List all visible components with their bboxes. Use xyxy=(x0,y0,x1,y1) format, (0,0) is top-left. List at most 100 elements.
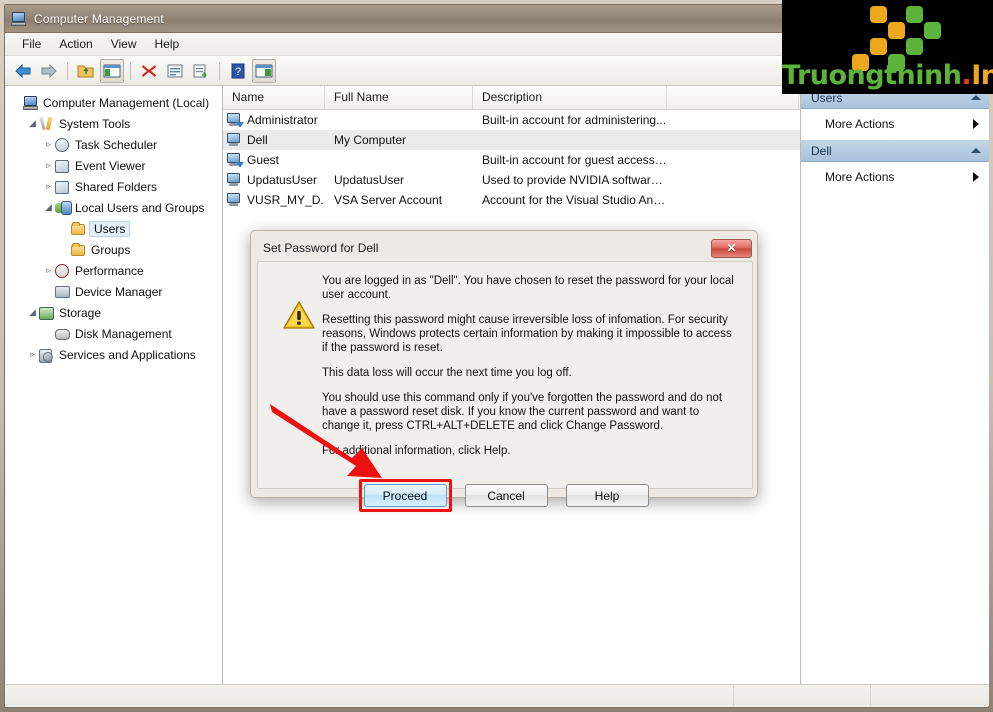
table-row[interactable]: Dell My Computer xyxy=(223,130,800,150)
expander-none xyxy=(42,327,55,340)
watermark-blocks xyxy=(844,6,941,71)
toolbar-separator xyxy=(219,61,220,80)
expander-collapsed-icon[interactable]: ▹ xyxy=(42,138,55,151)
menu-help[interactable]: Help xyxy=(146,35,189,53)
tree-item-device-manager[interactable]: Device Manager xyxy=(10,281,222,302)
device-manager-icon xyxy=(55,284,71,300)
tree-item-label: System Tools xyxy=(59,116,131,131)
tree-item-label: Users xyxy=(89,220,131,237)
show-hide-console-tree-icon[interactable] xyxy=(100,58,124,83)
expander-collapsed-icon[interactable]: ▹ xyxy=(26,348,39,361)
close-icon[interactable]: ✕ xyxy=(711,238,752,258)
column-header-description[interactable]: Description xyxy=(473,86,667,109)
dialog-title: Set Password for Dell xyxy=(263,241,379,255)
dialog-titlebar: Set Password for Dell ✕ xyxy=(256,236,752,260)
tree-item-computer-management-local[interactable]: Computer Management (Local) xyxy=(10,92,222,113)
expander-collapsed-icon[interactable]: ▹ xyxy=(42,180,55,193)
watermark-block xyxy=(870,6,887,23)
row-name-label: Administrator xyxy=(247,113,318,127)
menu-file[interactable]: File xyxy=(13,35,50,53)
help-button[interactable]: Help xyxy=(565,484,649,507)
proceed-button[interactable]: Proceed xyxy=(363,484,447,507)
column-header-full-name[interactable]: Full Name xyxy=(325,86,473,109)
computer-management-icon xyxy=(23,95,39,111)
tree-item-shared-folders[interactable]: ▹ Shared Folders xyxy=(10,176,222,197)
console-tree-pane[interactable]: Computer Management (Local) ◢ System Tools… xyxy=(6,86,223,686)
actions-item-more-actions[interactable]: More Actions xyxy=(801,109,989,139)
row-name-label: UpdatusUser xyxy=(247,173,318,187)
expander-collapsed-icon[interactable]: ▹ xyxy=(42,264,55,277)
expander-none xyxy=(58,243,71,256)
toolbar-separator xyxy=(67,61,68,80)
table-row[interactable]: Administrator Built-in account for admini… xyxy=(223,110,800,130)
services-apps-icon xyxy=(39,347,55,363)
status-bar xyxy=(6,684,989,706)
table-row[interactable]: Guest Built-in account for guest access t… xyxy=(223,150,800,170)
tree-item-users[interactable]: Users xyxy=(10,218,222,239)
chevron-up-icon[interactable] xyxy=(971,95,981,100)
window-title: Computer Management xyxy=(34,11,164,26)
actions-pane[interactable]: Users More Actions Dell More Actions xyxy=(801,86,989,686)
column-header-name[interactable]: Name xyxy=(223,86,325,109)
forward-icon[interactable] xyxy=(37,59,61,83)
cell-description: Account for the Visual Studio Ana... xyxy=(482,193,667,207)
delete-icon[interactable] xyxy=(137,59,161,83)
watermark-text-part-5: Info xyxy=(971,60,993,91)
menu-view[interactable]: View xyxy=(102,35,146,53)
tree-item-groups[interactable]: Groups xyxy=(10,239,222,260)
actions-groups: Users More Actions Dell More Actions xyxy=(801,86,989,192)
dialog-paragraph-4: You should use this command only if you'… xyxy=(322,392,723,432)
chevron-right-icon[interactable] xyxy=(973,119,979,129)
dialog-paragraph-2: Resetting this password might cause irre… xyxy=(322,314,732,354)
tree-item-services-and-applications[interactable]: ▹ Services and Applications xyxy=(10,344,222,365)
back-icon[interactable] xyxy=(11,59,35,83)
actions-item-more-actions[interactable]: More Actions xyxy=(801,162,989,192)
event-viewer-icon xyxy=(55,158,71,174)
help-icon[interactable]: ? xyxy=(226,59,250,83)
local-users-groups-icon xyxy=(55,200,72,216)
show-action-pane-icon[interactable] xyxy=(252,58,276,83)
table-row[interactable]: UpdatusUser UpdatusUser Used to provide NV… xyxy=(223,170,800,190)
tree-item-system-tools[interactable]: ◢ System Tools xyxy=(10,113,222,134)
status-cell-secondary xyxy=(734,685,871,706)
table-row[interactable]: VUSR_MY_D... VSA Server Account Account fo… xyxy=(223,190,800,210)
tree-item-event-viewer[interactable]: ▹ Event Viewer xyxy=(10,155,222,176)
cell-full-name: VSA Server Account xyxy=(334,193,443,207)
watermark-block xyxy=(870,38,887,55)
actions-item-label: More Actions xyxy=(825,117,895,131)
toolbar-separator xyxy=(130,61,131,80)
menu-action[interactable]: Action xyxy=(50,35,101,53)
chevron-right-icon[interactable] xyxy=(973,172,979,182)
watermark-block xyxy=(924,22,941,39)
tree-item-performance[interactable]: ▹ Performance xyxy=(10,260,222,281)
cancel-button[interactable]: Cancel xyxy=(464,484,548,507)
cell-name: VUSR_MY_D... xyxy=(223,193,325,207)
export-list-icon[interactable] xyxy=(189,59,213,83)
status-cell-main xyxy=(6,685,734,706)
system-tools-icon xyxy=(39,116,55,132)
tree-item-local-users-and-groups[interactable]: ◢ Local Users and Groups xyxy=(10,197,222,218)
expander-expanded-icon[interactable]: ◢ xyxy=(42,201,55,214)
tree-item-storage[interactable]: ◢ Storage xyxy=(10,302,222,323)
cell-name: UpdatusUser xyxy=(223,173,325,187)
watermark-text-part-2: ruongth xyxy=(796,60,916,91)
cell-full-name: My Computer xyxy=(334,133,407,147)
actions-item-label: More Actions xyxy=(825,170,895,184)
watermark-block xyxy=(906,6,923,23)
expander-collapsed-icon[interactable]: ▹ xyxy=(42,159,55,172)
column-header-blank[interactable] xyxy=(667,86,799,109)
actions-group-header-dell[interactable]: Dell xyxy=(801,139,989,162)
watermark-text-part-1: T xyxy=(782,60,797,91)
expander-expanded-icon[interactable]: ◢ xyxy=(26,117,39,130)
up-one-level-icon[interactable] xyxy=(74,59,98,83)
watermark-text-part-4: . xyxy=(961,60,972,91)
chevron-up-icon[interactable] xyxy=(971,148,981,153)
row-name-label: Guest xyxy=(247,153,280,167)
expander-expanded-icon[interactable]: ◢ xyxy=(26,306,39,319)
tree-item-disk-management[interactable]: Disk Management xyxy=(10,323,222,344)
tree-item-task-scheduler[interactable]: ▹ Task Scheduler xyxy=(10,134,222,155)
tree-item-label: Groups xyxy=(91,242,131,257)
screenshot-root: Computer Management File Action View Hel… xyxy=(0,0,993,712)
user-monitor-icon xyxy=(227,193,243,207)
properties-icon[interactable] xyxy=(163,59,187,83)
